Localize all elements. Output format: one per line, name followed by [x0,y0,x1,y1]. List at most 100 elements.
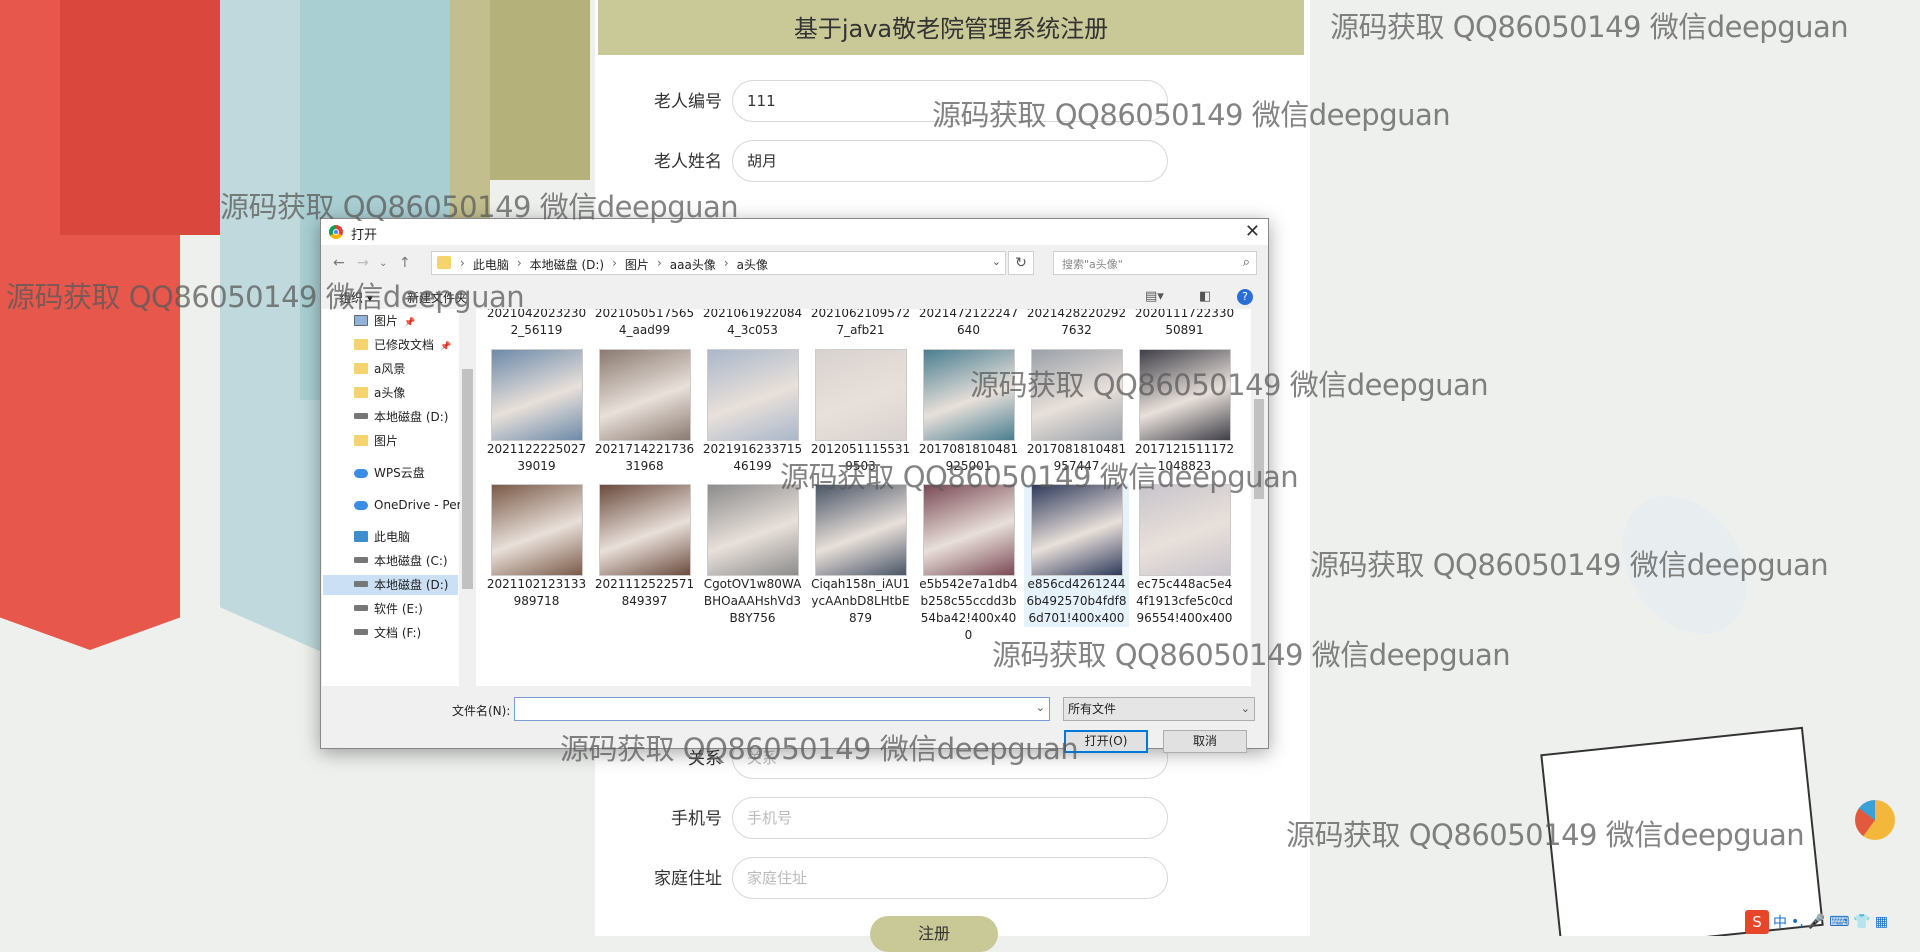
search-input[interactable]: 搜索"a头像" ⌕ [1053,251,1257,275]
close-icon[interactable]: ✕ [1245,221,1260,242]
file-item[interactable]: 20210621095727_afb21 [808,309,913,339]
nav-item-label: a头像 [374,386,406,400]
toolbox-icon[interactable]: ▦ [1875,914,1888,930]
file-name: 2020111722330 50891 [1134,309,1235,337]
cancel-button[interactable]: 取消 [1163,730,1247,753]
nav-item[interactable]: 图片 [354,431,398,451]
file-item[interactable]: Ciqah158n_iAU1ycAAnbD8LHtbE879 [808,484,913,627]
field-label: 家庭住址 [654,869,722,889]
file-item[interactable]: 2021112522571849397 [592,484,697,610]
pie-illustration [1855,800,1895,840]
forward-arrow-icon[interactable]: → [357,255,369,271]
file-name: 20210505175654_aad99 [594,309,695,337]
folder-icon [354,387,368,398]
nav-item-label: 本地磁盘 (C:) [374,554,448,568]
file-item[interactable]: 20214282202927632 [1024,309,1129,339]
filename-label: 文件名(N): [452,704,511,718]
scroll-thumb[interactable] [462,369,473,589]
file-item[interactable]: 20210505175654_aad99 [592,309,697,339]
navigation-pane: 图片 📌 已修改文档 📌 a风景 a头像 本地磁盘 (D:) 图片 WPS云盘 On… [322,309,468,686]
image-thumbnail [1138,484,1231,576]
filename-input[interactable]: ⌄ [514,697,1050,721]
search-icon: ⌕ [1242,255,1250,270]
watermark: 源码获取 QQ86050149 微信deepguan [780,460,1299,494]
elder-name-input[interactable]: 胡月 [732,140,1168,182]
folder-icon [354,363,368,374]
breadcrumb-item[interactable]: a头像 [737,256,768,273]
file-item[interactable]: 2021472122247640 [916,309,1021,339]
nav-item[interactable]: 软件 (E:) [354,599,423,619]
keyboard-icon[interactable]: ⌨ [1829,914,1849,930]
nav-item[interactable]: 本地磁盘 (D:) [354,407,448,427]
image-thumbnail [1030,484,1123,576]
nav-item-label: 软件 (E:) [374,602,423,616]
file-item[interactable]: e856cd42612446b492570b4fdf86d701!400x400 [1024,484,1129,627]
punctuation-icon[interactable]: •, [1791,914,1804,930]
nav-item[interactable]: OneDrive - Pers [354,495,468,515]
phone-input[interactable]: 手机号 [732,797,1168,839]
breadcrumb-item[interactable]: 此电脑 [473,256,509,273]
file-name: Ciqah158n_iAU1ycAAnbD8LHtbE879 [811,577,910,625]
nav-item[interactable]: 此电脑 [354,527,410,547]
sogou-ime-icon[interactable]: S [1745,910,1769,934]
up-arrow-icon[interactable]: ↑ [399,255,411,271]
nav-item[interactable]: a风景 [354,359,405,379]
drive-icon [354,605,368,611]
nav-item[interactable]: 本地磁盘 (C:) [354,551,448,571]
watermark: 源码获取 QQ86050149 微信deepguan [1330,10,1849,44]
address-bar[interactable]: › 此电脑 › 本地磁盘 (D:) › 图片 › aaa头像 › a头像 ⌄ [431,251,1006,275]
filetype-select[interactable]: 所有文件 ⌄ [1063,697,1255,721]
view-options-icon[interactable]: ▤▾ [1145,289,1164,304]
drive-icon [354,581,368,587]
file-item[interactable]: 2021102123133989718 [484,484,589,610]
image-thumbnail [706,484,799,576]
help-icon[interactable]: ? [1237,289,1253,305]
nav-item-label: 本地磁盘 (D:) [374,410,449,424]
file-name: CgotOV1w80WABHOaAAHshVd3B8Y756 [703,577,802,625]
chevron-down-icon[interactable]: ⌄ [1036,701,1045,714]
image-thumbnail [598,349,691,441]
skin-icon[interactable]: 👕 [1853,914,1870,930]
image-thumbnail [814,484,907,576]
form-row-address: 家庭住址 家庭住址 [610,857,1170,901]
watermark: 源码获取 QQ86050149 微信deepguan [1286,818,1805,852]
file-name: 202112222502739019 [486,442,587,473]
back-arrow-icon[interactable]: ← [333,255,345,271]
file-item[interactable]: 20210619220844_3c053 [700,309,805,339]
bg-dark-red-band [60,0,220,235]
recent-chevron-icon[interactable]: ⌄ [379,258,387,269]
chevron-down-icon: ⌄ [1240,702,1250,715]
nav-item[interactable]: WPS云盘 [354,463,425,483]
nav-item-label: OneDrive - Pers [374,498,468,512]
pin-icon: 📌 [404,318,416,328]
breadcrumb-separator: › [723,256,729,270]
chevron-down-icon[interactable]: ⌄ [992,255,1001,268]
nav-item[interactable]: 文档 (F:) [354,623,421,643]
file-name: e856cd42612446b492570b4fdf86d701!400x400 [1026,577,1127,625]
file-item[interactable]: 202112222502739019 [484,349,589,475]
file-name: 202171422173631968 [594,442,695,473]
breadcrumb-item[interactable]: 本地磁盘 (D:) [530,256,604,273]
file-item[interactable]: e5b542e7a1db4b258c55ccdd3b54ba42!400x400 [916,484,1021,644]
watermark: 源码获取 QQ86050149 微信deepguan [932,98,1451,132]
nav-item[interactable]: 已修改文档 📌 [354,335,451,355]
nav-item[interactable]: 本地磁盘 (D:) [323,575,458,595]
file-item[interactable]: 2020111722330 50891 [1132,309,1237,339]
nav-scrollbar[interactable] [460,309,476,686]
file-item[interactable]: CgotOV1w80WABHOaAAHshVd3B8Y756 [700,484,805,627]
breadcrumb-separator: › [612,256,617,270]
nav-item[interactable]: a头像 [354,383,405,403]
breadcrumb-item[interactable]: aaa头像 [670,256,716,273]
address-input[interactable]: 家庭住址 [732,857,1168,899]
register-button[interactable]: 注册 [870,916,998,952]
file-item[interactable]: 202171422173631968 [592,349,697,475]
watermark: 源码获取 QQ86050149 微信deepguan [1310,548,1829,582]
preview-pane-icon[interactable]: ◧ [1199,289,1211,304]
microphone-icon[interactable]: 🎤 [1808,914,1825,930]
language-indicator[interactable]: 中 [1773,912,1787,932]
image-thumbnail [706,349,799,441]
breadcrumb-item[interactable]: 图片 [625,256,649,273]
file-item[interactable]: ec75c448ac5e44f1913cfe5c0cd96554!400x400 [1132,484,1237,627]
refresh-icon[interactable]: ↻ [1008,251,1034,275]
file-name: 2021112522571849397 [594,577,695,608]
